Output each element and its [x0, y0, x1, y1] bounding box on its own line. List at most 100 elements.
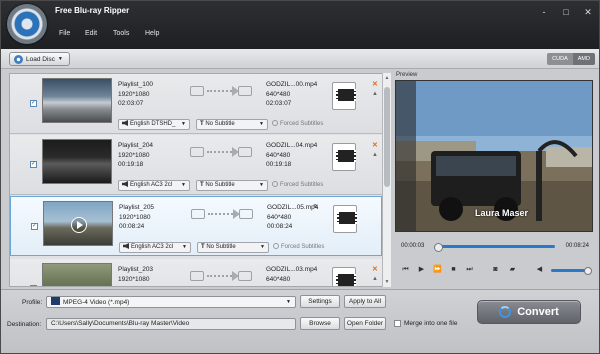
format-icon[interactable] [332, 82, 356, 110]
apply-to-all-button[interactable]: Apply to All [344, 295, 386, 308]
chevron-up-icon[interactable]: ▲ [372, 91, 378, 97]
scrollbar-thumb[interactable] [384, 87, 390, 187]
maximize-button[interactable]: □ [559, 6, 573, 18]
play-icon[interactable]: ▶ [417, 265, 426, 274]
format-icon[interactable] [332, 143, 356, 171]
output-info: GODZIL...05.mp4 640*480 00:08:24 [267, 203, 318, 232]
source-info: Playlist_204 1920*1080 00:19:18 [118, 141, 153, 170]
window-controls: - □ ✕ [537, 6, 595, 18]
format-icon[interactable] [333, 205, 357, 233]
pencil-icon[interactable]: ✎ [313, 203, 319, 211]
chevron-down-icon: ▼ [260, 244, 265, 250]
source-info: Playlist_100 1920*1080 02:03:07 [118, 80, 153, 109]
seek-slider[interactable] [434, 243, 555, 252]
output-filename: GODZIL...04.mp4 [266, 142, 318, 149]
chevron-up-icon[interactable]: ▲ [372, 152, 378, 158]
subtitle-label: No Subtitle [205, 121, 235, 127]
scroll-down-icon[interactable]: ▼ [384, 279, 390, 285]
open-folder-button[interactable]: Open Folder [344, 317, 386, 330]
chevron-down-icon: ▼ [181, 121, 186, 127]
audio-track-select[interactable]: English AC3 2cl ▼ [119, 242, 191, 253]
next-frame-icon[interactable]: ⏭ [465, 265, 474, 274]
video-thumbnail[interactable] [43, 201, 113, 246]
volume-slider[interactable] [551, 267, 592, 275]
amd-badge[interactable]: AMD [572, 53, 595, 65]
close-button[interactable]: ✕ [581, 6, 595, 18]
row-checkbox[interactable]: ✓ [30, 285, 37, 286]
merge-label: Merge into one file [404, 320, 458, 327]
snapshot-icon[interactable]: ◙ [491, 265, 500, 274]
settings-button[interactable]: Settings [300, 295, 340, 308]
chevron-down-icon: ▼ [286, 299, 291, 305]
play-icon[interactable] [71, 217, 87, 233]
list-item[interactable]: ✓ Playlist_100 1920*1080 02:03:07 GODZIL… [10, 74, 382, 134]
menu-tools[interactable]: Tools [113, 30, 145, 37]
subtitle-label: No Subtitle [205, 182, 235, 188]
speaker-icon [122, 181, 128, 187]
subtitle-select[interactable]: T No Subtitle ▼ [197, 242, 269, 253]
destination-field[interactable]: C:\Users\Sally\Documents\Blu-ray Master\… [46, 318, 296, 330]
target-box-icon [238, 271, 252, 281]
menu-help[interactable]: Help [145, 30, 173, 37]
video-thumbnail[interactable] [42, 139, 112, 184]
arrow-right-icon [207, 147, 239, 157]
list-item[interactable]: ✓ Playlist_204 1920*1080 00:19:18 GODZIL… [10, 135, 382, 195]
output-resolution: 640*480 [267, 213, 292, 221]
list-item-selected[interactable]: ✓ Playlist_205 1920*1080 00:08:24 GODZIL… [10, 196, 382, 256]
video-thumbnail[interactable] [42, 78, 112, 123]
chevron-down-icon: ▼ [259, 121, 264, 127]
arrow-right-icon [207, 271, 239, 281]
browse-button[interactable]: Browse [300, 317, 340, 330]
merge-checkbox[interactable] [394, 320, 401, 327]
menu-edit[interactable]: Edit [85, 30, 113, 37]
conversion-arrow [191, 205, 261, 225]
folder-icon[interactable]: ▰ [508, 265, 517, 274]
forced-subtitles-toggle[interactable]: Forced Subtitles [272, 181, 323, 188]
subtitle-select[interactable]: T No Subtitle ▼ [196, 119, 268, 130]
output-filename: GODZIL...00.mp4 [266, 81, 318, 88]
text-t-icon: T [200, 121, 204, 127]
subtitle-select[interactable]: T No Subtitle ▼ [196, 180, 268, 191]
current-time: 00:00:03 [401, 243, 425, 249]
chevron-up-icon[interactable]: ▲ [372, 276, 378, 282]
menu-file[interactable]: File [59, 30, 85, 37]
target-box-icon [238, 86, 252, 96]
remove-icon[interactable]: ✕ [372, 141, 378, 149]
chevron-down-icon: ▼ [259, 182, 264, 188]
remove-icon[interactable]: ✕ [372, 265, 378, 273]
list-scrollbar[interactable]: ▲ ▼ [382, 73, 391, 287]
video-thumbnail[interactable] [42, 263, 112, 286]
profile-label: Profile: [22, 299, 43, 306]
row-checkbox[interactable]: ✓ [30, 161, 37, 168]
list-item[interactable]: ✓ Playlist_203 1920*1080 GODZIL...03.mp4… [10, 259, 382, 286]
forced-subtitles-toggle[interactable]: Forced Subtitles [273, 243, 324, 250]
menu-bar: File Edit Tools Help [59, 30, 173, 37]
cuda-badge[interactable]: CUDA [547, 53, 573, 65]
forced-subtitles-toggle[interactable]: Forced Subtitles [272, 120, 323, 127]
rewind-icon[interactable]: ⏮ [401, 265, 410, 274]
remove-icon[interactable]: ✕ [372, 80, 378, 88]
plus-circle-icon [272, 120, 278, 126]
minimize-button[interactable]: - [537, 6, 551, 18]
output-resolution: 640*480 [266, 151, 291, 159]
audio-track-select[interactable]: English DTSHD_ ▼ [118, 119, 190, 130]
source-box-icon [190, 271, 204, 281]
load-disc-button[interactable]: Load Disc ▼ [9, 52, 70, 66]
chevron-down-icon: ▼ [182, 244, 187, 250]
conversion-arrow [190, 82, 260, 102]
title-name: Playlist_100 [118, 81, 154, 88]
row-checkbox[interactable]: ✓ [31, 223, 38, 230]
convert-button[interactable]: Convert [477, 300, 581, 324]
scroll-up-icon[interactable]: ▲ [384, 75, 390, 81]
chevron-down-icon: ▼ [57, 56, 63, 62]
format-icon[interactable] [332, 267, 356, 286]
preview-timeline: 00:00:03 00:08:24 [395, 237, 593, 255]
profile-select[interactable]: MPEG-4 Video (*.mp4) ▼ [46, 296, 296, 308]
audio-track-select[interactable]: English AC3 2cl ▼ [118, 180, 190, 191]
source-info: Playlist_203 1920*1080 [118, 265, 153, 284]
source-duration: 02:03:07 [118, 100, 144, 107]
fast-forward-icon[interactable]: ⏩ [433, 265, 442, 274]
volume-icon[interactable]: ◀ [535, 265, 544, 274]
stop-icon[interactable]: ■ [449, 265, 458, 274]
row-checkbox[interactable]: ✓ [30, 100, 37, 107]
